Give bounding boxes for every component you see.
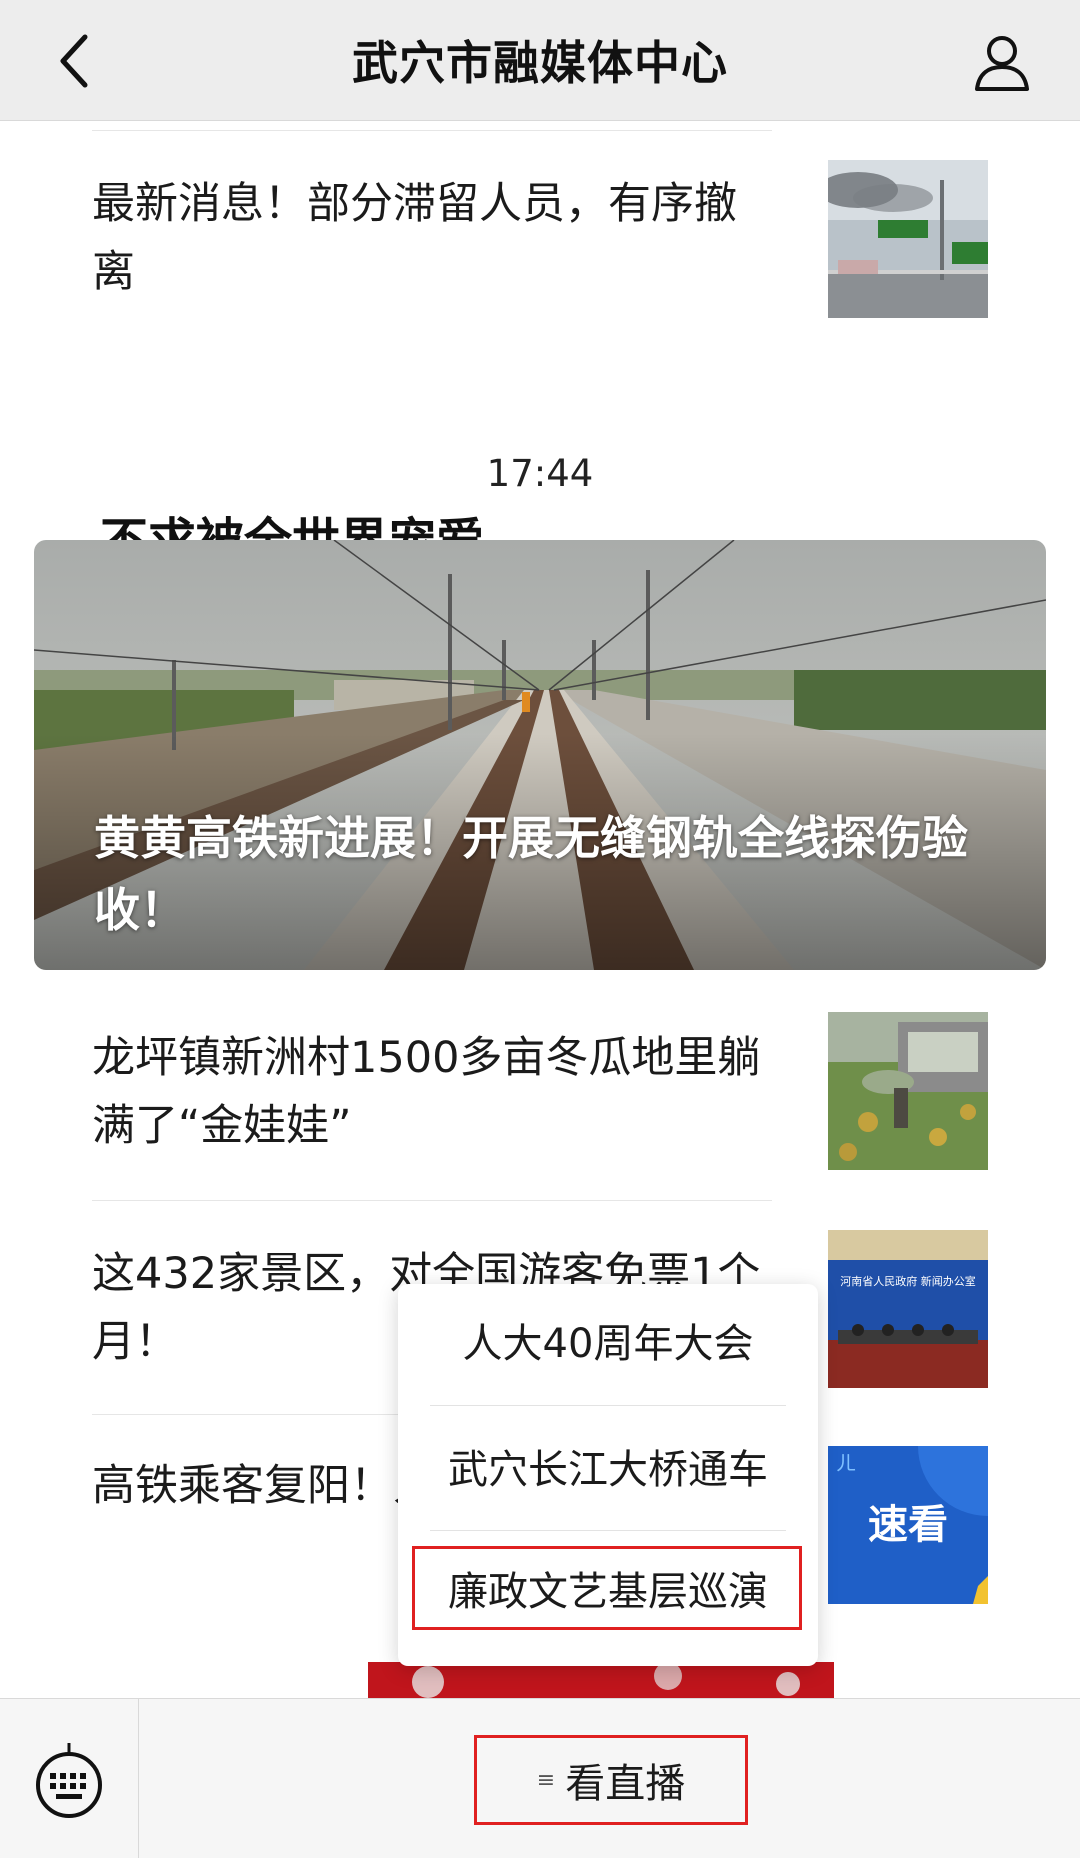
popup-item-integrity-tour[interactable]: 廉政文艺基层巡演 — [398, 1532, 818, 1644]
article-thumbnail — [828, 1012, 988, 1170]
svg-text:ㄦ: ㄦ — [836, 1451, 856, 1475]
thumb-press-text: 河南省人民政府 新闻办公室 — [840, 1274, 976, 1288]
article-thumbnail: ㄦ 速看 — [828, 1446, 988, 1604]
keyboard-toggle-button[interactable] — [0, 1699, 139, 1858]
app-screen: 武穴市融媒体中心 最新消息！部分滞留人员，有序撤离 17:44 黄黄高铁新进展！… — [0, 0, 1080, 1858]
back-arrow-icon — [60, 34, 88, 88]
list-item[interactable]: 最新消息！部分滞留人员，有序撤离 — [0, 150, 1080, 350]
article-title: 最新消息！部分滞留人员，有序撤离 — [92, 179, 737, 297]
article-thumbnail — [828, 160, 988, 318]
divider — [430, 1405, 786, 1406]
featured-article-card[interactable]: 黄黄高铁新进展！开展无缝钢轨全线探伤验收！ — [34, 540, 1046, 970]
page-title: 武穴市融媒体中心 — [352, 36, 728, 90]
popup-item-npc-anniversary[interactable]: 人大40周年大会 — [398, 1284, 818, 1396]
divider — [92, 1200, 772, 1201]
menu-lines-icon: ≡ — [536, 1767, 556, 1793]
article-thumbnail: 河南省人民政府 新闻办公室 — [828, 1230, 988, 1388]
divider — [92, 130, 772, 131]
watch-live-label: 看直播 — [565, 1761, 686, 1807]
watch-live-button[interactable]: ≡ 看直播 — [476, 1737, 746, 1823]
user-icon — [975, 36, 1029, 91]
keyboard-icon — [36, 1743, 102, 1818]
bottom-menu-bar: ≡ 看直播 — [0, 1698, 1080, 1858]
featured-title: 黄黄高铁新进展！开展无缝钢轨全线探伤验收！ — [94, 811, 968, 937]
article-title: 龙坪镇新洲村1500多亩冬瓜地里躺满了“金娃娃” — [92, 1033, 761, 1151]
divider — [430, 1530, 786, 1531]
partial-headline: 不求被全世界宠爱 — [100, 506, 640, 540]
profile-button[interactable] — [962, 22, 1042, 102]
top-nav-bar: 武穴市融媒体中心 — [0, 0, 1080, 121]
timestamp: 17:44 — [486, 452, 594, 495]
popup-item-bridge-opening[interactable]: 武穴长江大桥通车 — [398, 1410, 818, 1522]
thumb-speed-text: 速看 — [868, 1502, 948, 1548]
live-popup-menu: 人大40周年大会 武穴长江大桥通车 廉政文艺基层巡演 — [398, 1284, 818, 1666]
list-item[interactable]: 龙坪镇新洲村1500多亩冬瓜地里躺满了“金娃娃” — [0, 1000, 1080, 1200]
back-button[interactable] — [38, 26, 108, 96]
banner-image-partial — [368, 1662, 834, 1698]
